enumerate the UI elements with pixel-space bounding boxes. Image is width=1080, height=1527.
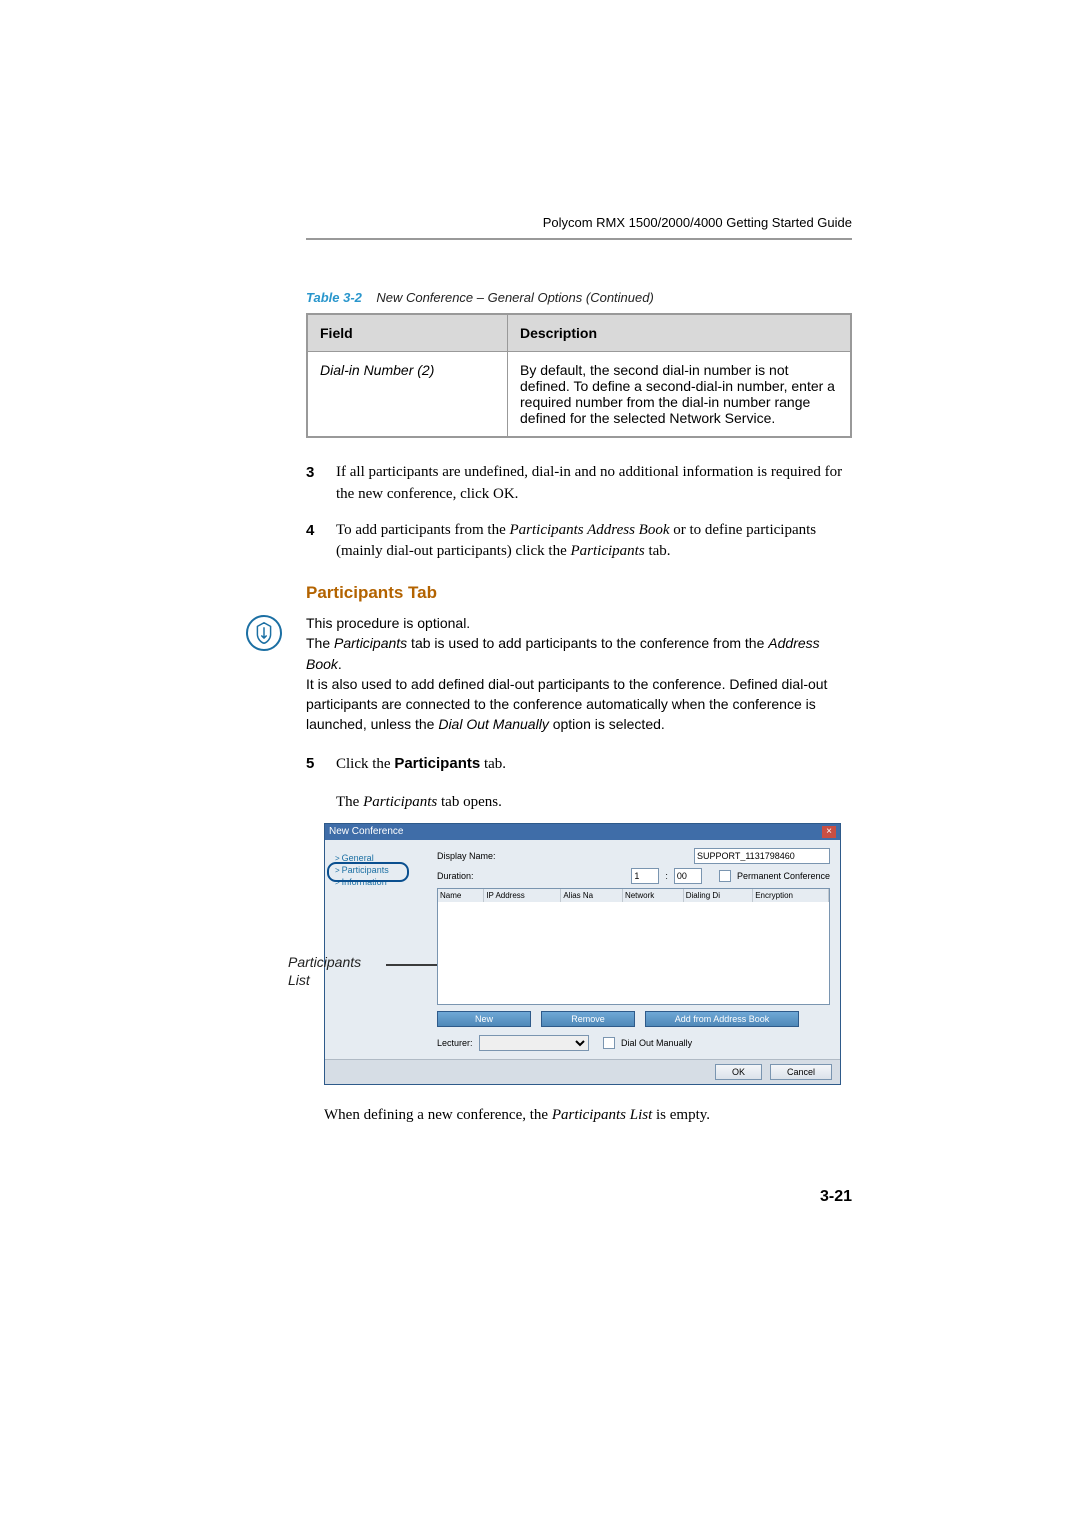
dial-out-manually-checkbox[interactable] <box>603 1037 615 1049</box>
step-5: 5 Click the Participants tab. <box>306 753 852 776</box>
step-number: 3 <box>306 462 314 484</box>
table-caption-label: Table 3-2 <box>306 290 362 305</box>
dialog-title: New Conference <box>329 826 403 837</box>
step-5-sub: The Participants tab opens. <box>336 794 852 811</box>
table-caption-text: New Conference – General Options (Contin… <box>376 290 653 305</box>
cancel-button[interactable]: Cancel <box>770 1064 832 1080</box>
step-number: 5 <box>306 753 314 775</box>
header-rule <box>306 238 852 240</box>
caret-icon: > <box>335 878 340 887</box>
step-4: 4 To add participants from the Participa… <box>306 520 852 564</box>
permanent-conference-label: Permanent Conference <box>737 871 830 881</box>
dialog-footer: OK Cancel <box>325 1059 840 1084</box>
dial-out-manually-label: Dial Out Manually <box>621 1038 692 1048</box>
tree-item-information[interactable]: >Information <box>335 876 427 888</box>
dialog-main: Display Name: Duration: : <box>437 848 830 1051</box>
note-text: This procedure is optional. The Particip… <box>306 613 852 735</box>
page-number: 3-21 <box>306 1188 852 1206</box>
display-name-label: Display Name: <box>437 851 527 861</box>
note-block: This procedure is optional. The Particip… <box>246 613 852 735</box>
new-button[interactable]: New <box>437 1011 531 1027</box>
caret-icon: > <box>335 866 340 875</box>
step-number: 4 <box>306 520 314 542</box>
col-dialing[interactable]: Dialing Di <box>683 889 752 902</box>
step-text: If all participants are undefined, dial-… <box>336 464 842 502</box>
cell-description: By default, the second dial-in number is… <box>508 352 852 438</box>
col-encryption[interactable]: Encryption <box>753 889 829 902</box>
options-table: Field Description Dial-in Number (2) By … <box>306 313 852 438</box>
participants-list-table[interactable]: Name IP Address Alias Na Network Dialing… <box>437 888 830 1005</box>
add-from-address-book-button[interactable]: Add from Address Book <box>645 1011 799 1027</box>
step-text: To add participants from the Participant… <box>336 522 816 560</box>
duration-sep: : <box>665 871 668 881</box>
table-row: Dial-in Number (2) By default, the secon… <box>307 352 851 438</box>
after-screenshot-text: When defining a new conference, the Part… <box>324 1107 852 1124</box>
cell-field: Dial-in Number (2) <box>307 352 508 438</box>
th-field: Field <box>307 314 508 352</box>
col-network[interactable]: Network <box>622 889 683 902</box>
ok-button[interactable]: OK <box>715 1064 762 1080</box>
col-ip[interactable]: IP Address <box>484 889 561 902</box>
th-description: Description <box>508 314 852 352</box>
lecturer-select[interactable] <box>479 1035 589 1051</box>
participants-tab-heading: Participants Tab <box>306 583 852 603</box>
annotation-participants-list: Participants List <box>288 953 361 989</box>
step-text: Click the Participants tab. <box>336 756 506 772</box>
screenshot-wrapper: Participants List New Conference × >Gene… <box>306 823 852 1085</box>
caret-icon: > <box>335 854 340 863</box>
remove-button[interactable]: Remove <box>541 1011 635 1027</box>
dialog-sidebar: >General >Participants >Information <box>335 848 427 1051</box>
duration-mins-input[interactable] <box>674 868 702 884</box>
duration-hours-input[interactable] <box>631 868 659 884</box>
col-alias[interactable]: Alias Na <box>561 889 623 902</box>
duration-label: Duration: <box>437 871 527 881</box>
display-name-input[interactable] <box>694 848 830 864</box>
table-caption: Table 3-2 New Conference – General Optio… <box>306 290 852 305</box>
dialog-titlebar: New Conference × <box>325 824 840 840</box>
col-name[interactable]: Name <box>438 889 484 902</box>
permanent-conference-checkbox[interactable] <box>719 870 731 882</box>
step-3: 3 If all participants are undefined, dia… <box>306 462 852 506</box>
lecturer-label: Lecturer: <box>437 1038 473 1048</box>
tree-item-participants[interactable]: >Participants <box>335 864 427 876</box>
tree-item-general[interactable]: >General <box>335 852 427 864</box>
running-header: Polycom RMX 1500/2000/4000 Getting Start… <box>306 215 852 230</box>
note-info-icon <box>246 615 282 651</box>
close-icon[interactable]: × <box>822 826 836 838</box>
